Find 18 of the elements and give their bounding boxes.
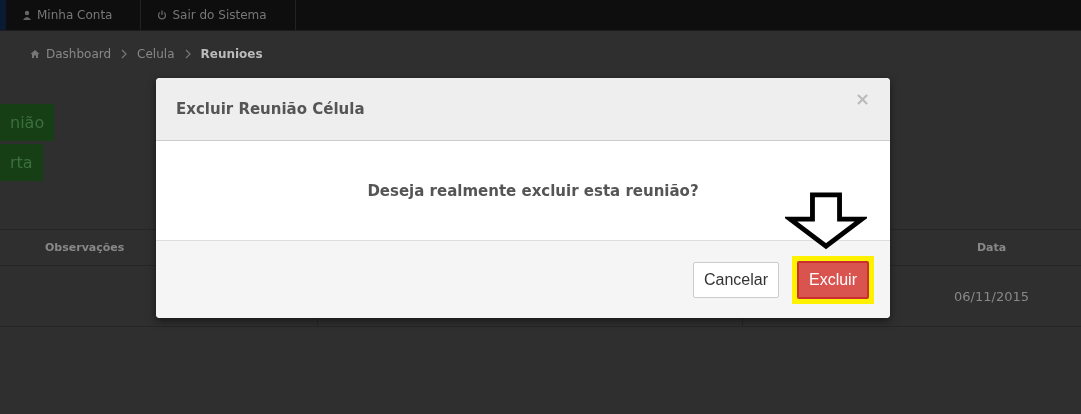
home-icon bbox=[30, 49, 40, 59]
user-icon bbox=[22, 10, 32, 20]
confirmation-message: Deseja realmente excluir esta reunião? bbox=[367, 181, 699, 200]
nav-link[interactable]: Sair do Sistema bbox=[141, 0, 296, 30]
breadcrumb-link[interactable]: Reunioes bbox=[200, 47, 263, 61]
cancel-button[interactable]: Cancelar bbox=[692, 261, 779, 298]
breadcrumb-link[interactable]: Celula bbox=[137, 47, 175, 61]
modal-title: Excluir Reunião Célula bbox=[176, 100, 365, 118]
nav-link[interactable]: Minha Conta bbox=[6, 0, 142, 30]
column-header: Observações bbox=[44, 241, 126, 254]
table-cell-text: 06/11/2015 bbox=[953, 288, 1030, 304]
column-header: Data bbox=[975, 241, 1008, 254]
breadcrumb-link[interactable]: Dashboard bbox=[46, 47, 112, 61]
delete-button[interactable]: Excluir bbox=[797, 260, 869, 299]
logo-area bbox=[0, 0, 6, 30]
chevron-icon bbox=[121, 49, 128, 59]
chevron-icon bbox=[184, 49, 191, 59]
power-icon bbox=[157, 10, 168, 20]
